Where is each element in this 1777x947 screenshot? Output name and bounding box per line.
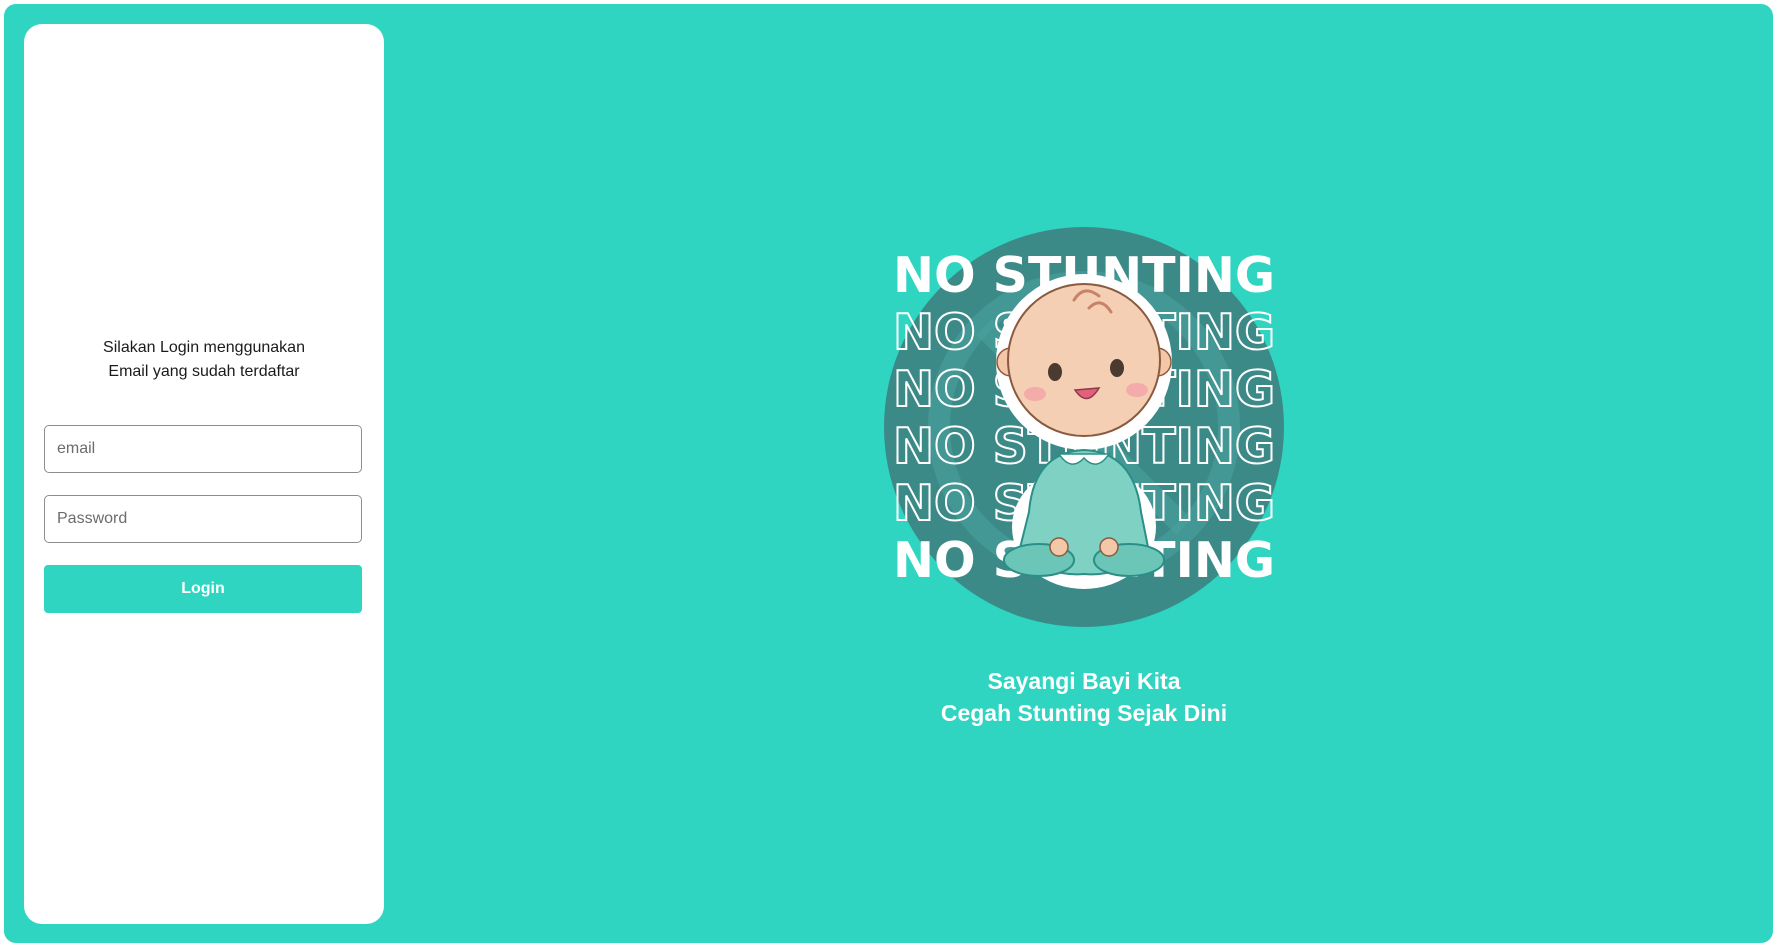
no-stunting-badge: NO STUNTING NO STUNTING NO STUNTING NO S… (879, 222, 1289, 632)
login-instructions-line2: Email yang sudah terdaftar (108, 363, 300, 380)
password-input[interactable] (44, 495, 362, 543)
login-button[interactable]: Login (44, 565, 362, 613)
login-instructions-line1: Silakan Login menggunakan (103, 339, 305, 356)
tagline: Sayangi Bayi Kita Cegah Stunting Sejak D… (884, 665, 1284, 729)
tagline-line2: Cegah Stunting Sejak Dini (940, 700, 1228, 726)
email-input[interactable] (44, 425, 362, 473)
tagline-line1: Sayangi Bayi Kita (987, 668, 1181, 694)
login-card: Silakan Login menggunakan Email yang sud… (24, 24, 384, 924)
app-frame: Silakan Login menggunakan Email yang sud… (4, 4, 1773, 943)
login-instructions: Silakan Login menggunakan Email yang sud… (24, 336, 384, 384)
no-stunting-illustration: NO STUNTING NO STUNTING NO STUNTING NO S… (884, 227, 1284, 627)
